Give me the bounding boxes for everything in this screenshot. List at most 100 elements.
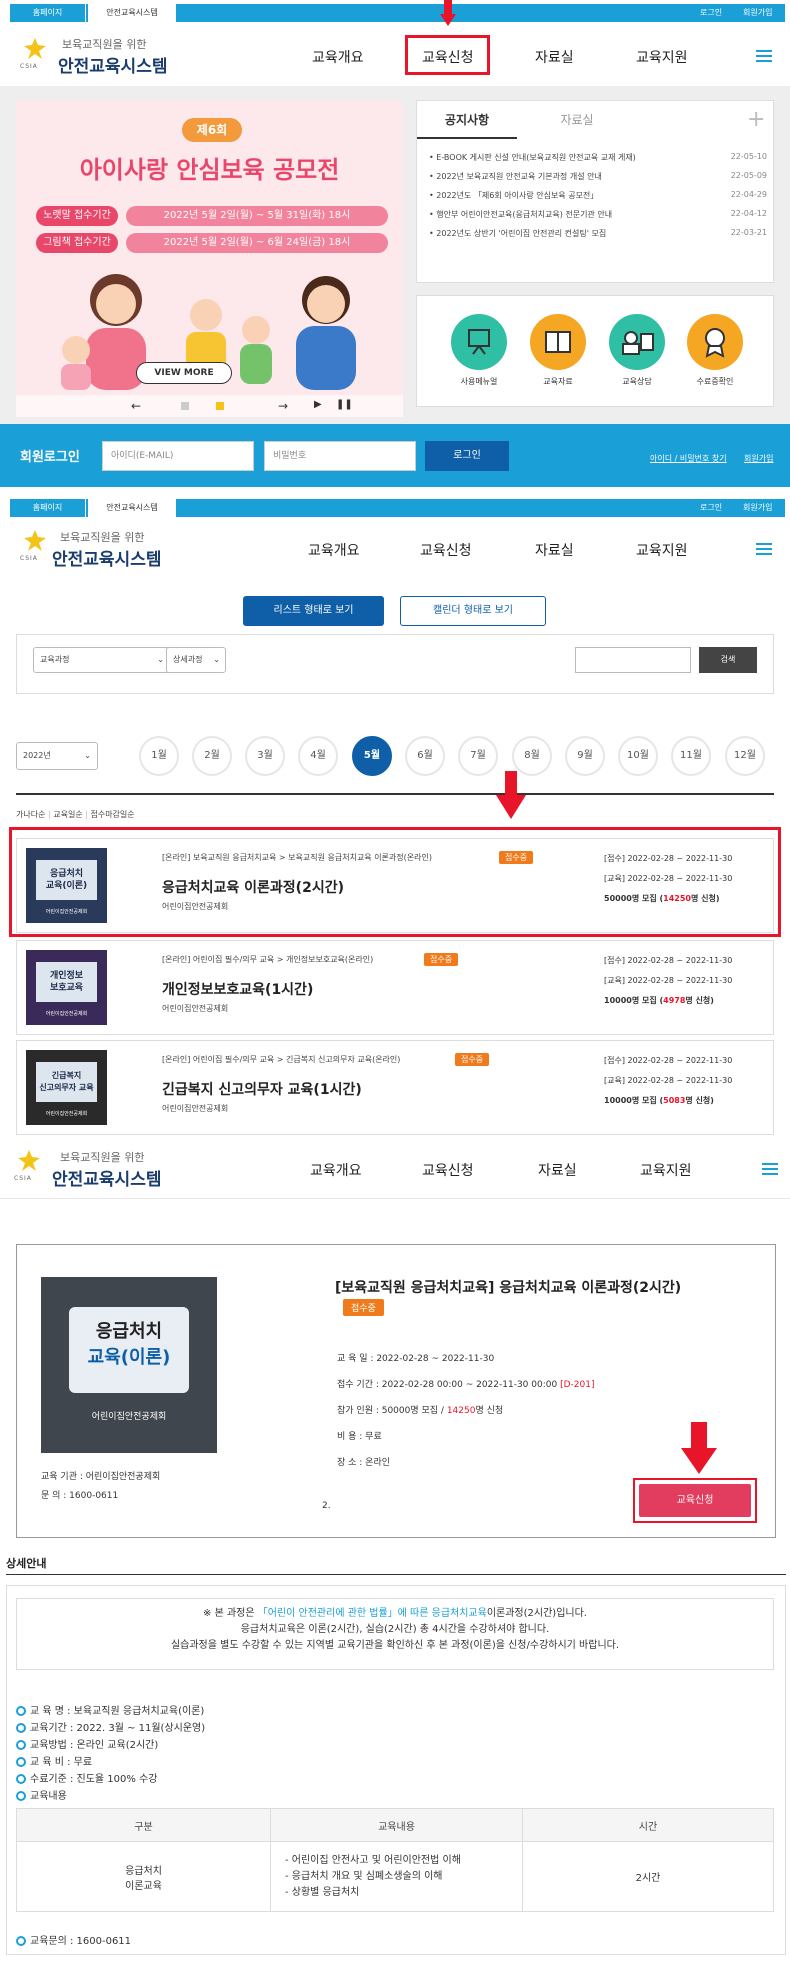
banner-controls: ← → ▶ ❚❚ [16,395,403,417]
notice-item[interactable]: • 2022년 보육교직원 안전교육 기본과정 개설 안내 22-05-09 [429,171,767,182]
month-6[interactable]: 6월 [405,736,445,776]
top-bar: 홈페이지 안전교육시스템 로그인 회원가입 [10,4,785,22]
apply-button[interactable]: 교육신청 [639,1484,751,1517]
logo-subtitle: 보육교직원을 위한 [62,38,147,51]
edu-period: [교육] 2022-02-28 ~ 2022-11-30 [604,1076,733,1085]
top-bar-2: 홈페이지 안전교육시스템 로그인 회원가입 [10,499,785,517]
login-button[interactable]: 로그인 [425,441,509,471]
edu-period: [교육] 2022-02-28 ~ 2022-11-30 [604,976,733,985]
calendar-view-button[interactable]: 캘린더 형태로 보기 [400,596,546,626]
list-view-button[interactable]: 리스트 형태로 보기 [243,596,384,626]
join-link[interactable]: 회원가입 [743,4,772,22]
month-9[interactable]: 9월 [565,736,605,776]
page-dot-active[interactable] [216,402,224,410]
capacity: 10000명 모집 (5083명 신청) [604,1096,714,1105]
nav-support[interactable]: 교육지원 [640,1160,692,1180]
month-4[interactable]: 4월 [298,736,338,776]
tab-safety-system[interactable]: 안전교육시스템 [88,4,176,22]
logo-icon [18,1150,40,1171]
nav-data[interactable]: 자료실 [535,540,574,560]
divider [0,1198,790,1199]
event-banner[interactable]: 제6회 아이사랑 안심보육 공모전 노랫말 접수기간 2022년 5월 2일(월… [16,100,403,417]
nav-apply[interactable]: 교육신청 [420,540,472,560]
counsel-icon[interactable] [609,314,665,370]
quick-label-certificate[interactable]: 수료증확인 [680,376,750,387]
menu-icon[interactable] [756,543,772,555]
nav-data[interactable]: 자료실 [538,1160,577,1180]
logo-title[interactable]: 안전교육시스템 [52,545,161,570]
login-link[interactable]: 로그인 [700,499,722,517]
nav-about[interactable]: 교육개요 [310,1160,362,1180]
certificate-icon[interactable] [687,314,743,370]
tab-data[interactable]: 자료실 [527,101,627,139]
table-row: 응급처치 이론교육 - 어린이집 안전사고 및 어린이안전법 이해 - 응급처치 개… [16,1841,774,1912]
notice-item[interactable]: • 2022년도 「제6회 아이사랑 안심보육 공모전」 22-04-29 [429,190,767,201]
member-join-link[interactable]: 회원가입 [744,453,773,464]
notice-item[interactable]: • E-BOOK 게시판 신설 안내(보육교직원 안전교육 교재 게재) 22-0… [429,152,767,163]
manual-icon[interactable] [451,314,507,370]
sort-edu-date[interactable]: 교육일순 [53,810,82,819]
logo-title[interactable]: 안전교육시스템 [52,1165,161,1190]
logo-icon [24,38,46,59]
view-more-button[interactable]: VIEW MORE [136,362,232,384]
find-account-link[interactable]: 아이디 / 비밀번호 찾기 [650,453,727,464]
join-link[interactable]: 회원가입 [743,499,772,517]
page-dot[interactable] [181,402,189,410]
nav-about[interactable]: 교육개요 [308,540,360,560]
id-input[interactable]: 아이디(E-MAIL) [102,441,254,471]
search-input[interactable] [575,647,691,673]
logo-title[interactable]: 안전교육시스템 [58,52,167,77]
quick-label-manual[interactable]: 사용메뉴얼 [444,376,514,387]
course-title[interactable]: 개인정보보호교육(1시간) [162,979,313,999]
tab-homepage[interactable]: 홈페이지 [10,4,86,22]
member-login-bar: 회원로그인 아이디(E-MAIL) 비밀번호 로그인 아이디 / 비밀번호 찾기… [0,424,790,487]
month-10[interactable]: 10월 [618,736,658,776]
course-select[interactable]: 교육과정 ⌄ [33,647,171,673]
prev-icon[interactable]: ← [131,399,141,413]
month-7[interactable]: 7월 [458,736,498,776]
quick-label-counsel[interactable]: 교육상담 [602,376,672,387]
notice-card: 공지사항 자료실 + • E-BOOK 게시판 신설 안내(보육교직원 안전교육… [416,100,774,283]
banner-row1-date: 2022년 5월 2일(월) ~ 5월 31일(화) 18시 [126,206,388,226]
nav-data[interactable]: 자료실 [535,47,574,67]
month-3[interactable]: 3월 [245,736,285,776]
book-icon[interactable] [530,314,586,370]
menu-icon[interactable] [762,1163,778,1175]
course-title[interactable]: 긴급복지 신고의무자 교육(1시간) [162,1079,362,1099]
tab-safety-system[interactable]: 안전교육시스템 [88,499,176,517]
nav-apply[interactable]: 교육신청 [422,1160,474,1180]
detail-select[interactable]: 상세과정 ⌄ [166,647,226,673]
status-badge: 접수중 [424,953,459,966]
course-card[interactable]: 개인정보 보호교육 어린이집안전공제회 [온라인] 어린이집 필수/의무 교육 > … [16,940,774,1035]
sort-name[interactable]: 가나다순 [16,810,45,819]
tab-notice[interactable]: 공지사항 [417,101,517,139]
quick-label-data[interactable]: 교육자료 [523,376,593,387]
month-8[interactable]: 8월 [512,736,552,776]
course-thumbnail: 개인정보 보호교육 어린이집안전공제회 [26,950,107,1025]
tab-homepage[interactable]: 홈페이지 [10,499,86,517]
nav-support[interactable]: 교육지원 [636,47,688,67]
play-icon[interactable]: ▶ [314,399,322,410]
sort-deadline[interactable]: 접수마감일순 [90,810,134,819]
month-12[interactable]: 12월 [725,736,765,776]
password-input[interactable]: 비밀번호 [264,441,416,471]
nav-about[interactable]: 교육개요 [312,47,364,67]
month-11[interactable]: 11월 [671,736,711,776]
course-card[interactable]: 긴급복지 신고의무자 교육 어린이집안전공제회 [온라인] 어린이집 필수/의무 교… [16,1040,774,1135]
detail-fee: 비 용 : 무료 [337,1432,382,1442]
year-select[interactable]: 2022년 ⌄ [16,742,98,770]
month-2[interactable]: 2월 [192,736,232,776]
table-header: 시간 [522,1808,774,1842]
month-1[interactable]: 1월 [139,736,179,776]
menu-icon[interactable] [756,50,772,62]
plus-icon[interactable]: + [747,107,765,132]
notice-item[interactable]: • 2022년도 상반기 '어린이집 안전관리 컨설팅' 모집 22-03-21 [429,228,767,239]
info-item: 교육기간 : 2022. 3월 ~ 11월(상시운영) [16,1719,205,1734]
month-5[interactable]: 5월 [352,736,392,776]
next-icon[interactable]: → [278,399,288,413]
search-button[interactable]: 검색 [699,647,757,673]
nav-support[interactable]: 교육지원 [636,540,688,560]
pause-icon[interactable]: ❚❚ [336,399,353,410]
notice-item[interactable]: • 행안부 어린이안전교육(응급처치교육) 전문기관 안내 22-04-12 [429,209,767,220]
login-link[interactable]: 로그인 [700,4,722,22]
